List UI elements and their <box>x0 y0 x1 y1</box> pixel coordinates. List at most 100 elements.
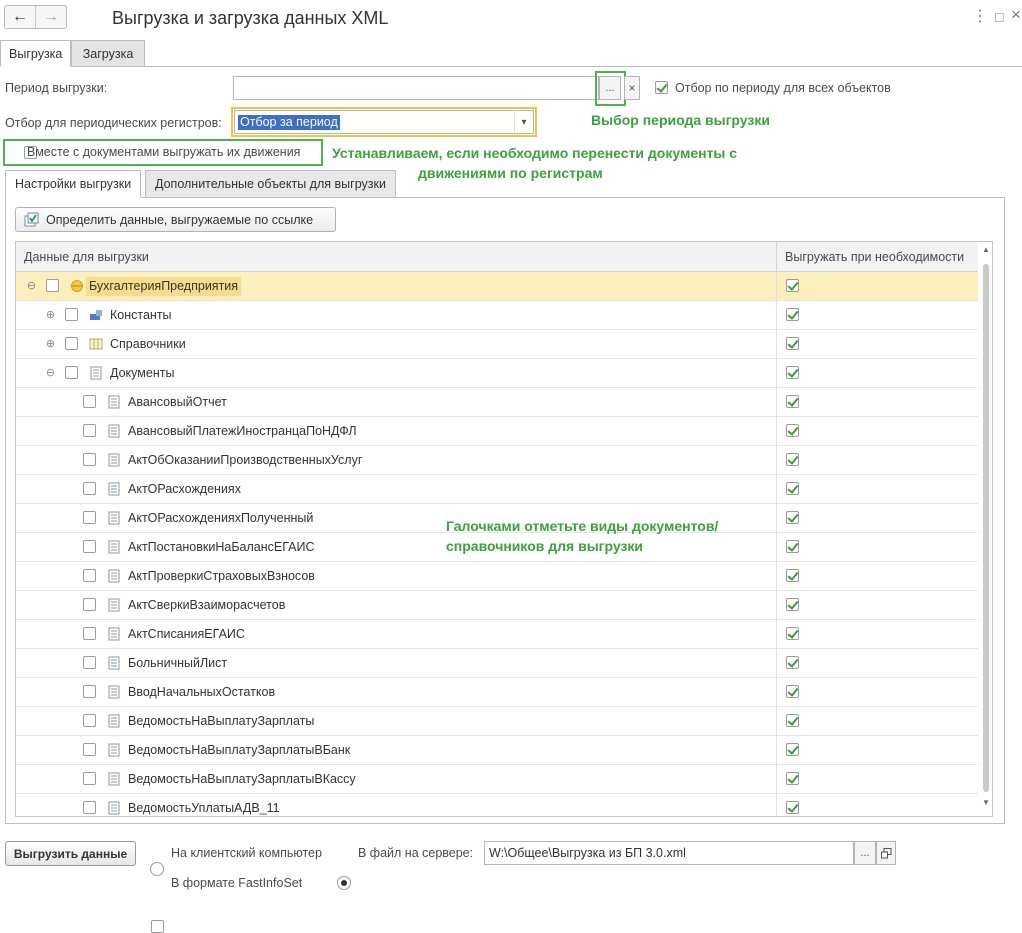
close-icon[interactable]: × <box>1011 6 1021 23</box>
column-header-data[interactable]: Данные для выгрузки <box>16 242 776 272</box>
export-if-needed-cell <box>776 765 978 794</box>
period-input[interactable] <box>233 76 599 100</box>
table-row[interactable]: ⊖ Документы <box>16 359 978 388</box>
row-select-checkbox[interactable] <box>83 569 96 582</box>
client-computer-radio[interactable] <box>150 862 164 876</box>
tab-import[interactable]: Загрузка <box>71 40 145 67</box>
export-if-needed-checkbox[interactable] <box>786 511 799 524</box>
export-if-needed-checkbox[interactable] <box>786 656 799 669</box>
table-row[interactable]: ВедомостьНаВыплатуЗарплатыВБанк <box>16 736 978 765</box>
tab-export-settings[interactable]: Настройки выгрузки <box>5 170 142 198</box>
table-row[interactable]: АктСписанияЕГАИС <box>16 620 978 649</box>
row-select-checkbox[interactable] <box>83 540 96 553</box>
document-icon <box>107 395 121 409</box>
back-arrow-icon: ← <box>12 8 28 25</box>
export-if-needed-checkbox[interactable] <box>786 598 799 611</box>
table-row[interactable]: АктОРасхождениях <box>16 475 978 504</box>
row-select-checkbox[interactable] <box>83 714 96 727</box>
export-if-needed-cell <box>776 591 978 620</box>
table-row[interactable]: АктСверкиВзаиморасчетов <box>16 591 978 620</box>
scrollbar-thumb[interactable] <box>983 264 989 792</box>
server-path-input[interactable]: W:\Общее\Выгрузка из БП 3.0.xml <box>484 841 854 865</box>
row-select-checkbox[interactable] <box>83 598 96 611</box>
collapse-icon[interactable]: ⊖ <box>45 368 56 379</box>
registers-select[interactable]: Отбор за период ▾ <box>234 110 534 134</box>
row-select-checkbox[interactable] <box>83 772 96 785</box>
row-select-checkbox[interactable] <box>83 424 96 437</box>
row-label: ВедомостьНаВыплатуЗарплатыВКассу <box>128 772 356 786</box>
table-row[interactable]: ВедомостьНаВыплатуЗарплатыВКассу <box>16 765 978 794</box>
define-referenced-data-button[interactable]: Определить данные, выгружаемые по ссылке <box>15 207 336 232</box>
table-row[interactable]: БольничныйЛист <box>16 649 978 678</box>
export-if-needed-checkbox[interactable] <box>786 366 799 379</box>
export-if-needed-checkbox[interactable] <box>786 424 799 437</box>
tab-export[interactable]: Выгрузка <box>0 40 72 67</box>
row-select-checkbox[interactable] <box>83 511 96 524</box>
period-label: Период выгрузки: <box>5 81 108 95</box>
row-select-checkbox[interactable] <box>83 482 96 495</box>
dropdown-arrow-icon[interactable]: ▾ <box>514 111 533 133</box>
export-if-needed-checkbox[interactable] <box>786 279 799 292</box>
export-if-needed-checkbox[interactable] <box>786 772 799 785</box>
export-if-needed-checkbox[interactable] <box>786 540 799 553</box>
table-row[interactable]: АвансовыйОтчет <box>16 388 978 417</box>
row-select-checkbox[interactable] <box>83 801 96 814</box>
table-row[interactable]: ⊕ Справочники <box>16 330 978 359</box>
row-select-checkbox[interactable] <box>46 279 59 292</box>
all-objects-label: Отбор по периоду для всех объектов <box>675 81 891 95</box>
column-header-export-if-needed[interactable]: Выгружать при необходимости <box>776 242 978 272</box>
export-data-button[interactable]: Выгрузить данные <box>5 841 136 866</box>
row-select-checkbox[interactable] <box>83 627 96 640</box>
row-select-checkbox[interactable] <box>83 685 96 698</box>
table-row[interactable]: ВедомостьУплатыАДВ_11 <box>16 794 978 816</box>
row-label: ВводНачальныхОстатков <box>128 685 276 699</box>
export-if-needed-checkbox[interactable] <box>786 801 799 814</box>
row-label: ВедомостьНаВыплатуЗарплаты <box>128 714 315 728</box>
row-select-checkbox[interactable] <box>83 453 96 466</box>
row-select-checkbox[interactable] <box>83 656 96 669</box>
table-row[interactable]: АвансовыйПлатежИностранцаПоНДФЛ <box>16 417 978 446</box>
export-if-needed-checkbox[interactable] <box>786 337 799 350</box>
row-select-checkbox[interactable] <box>83 395 96 408</box>
clear-icon: × <box>628 81 636 95</box>
maximize-icon[interactable]: □ <box>995 9 1003 25</box>
forward-button[interactable]: → <box>35 6 66 28</box>
period-clear-button[interactable]: × <box>624 76 640 100</box>
export-if-needed-checkbox[interactable] <box>786 308 799 321</box>
export-if-needed-checkbox[interactable] <box>786 743 799 756</box>
table-scrollbar[interactable]: ▲ ▼ <box>979 242 992 816</box>
document-icon <box>107 772 121 786</box>
tab-export-settings-label: Настройки выгрузки <box>15 177 132 191</box>
table-row[interactable]: ⊖ БухгалтерияПредприятия <box>16 272 978 301</box>
table-row[interactable]: ⊕ Константы <box>16 301 978 330</box>
export-if-needed-checkbox[interactable] <box>786 569 799 582</box>
export-if-needed-cell <box>776 794 978 816</box>
export-if-needed-checkbox[interactable] <box>786 453 799 466</box>
table-row[interactable]: ВводНачальныхОстатков <box>16 678 978 707</box>
tab-additional-objects[interactable]: Дополнительные объекты для выгрузки <box>145 170 396 198</box>
export-if-needed-checkbox[interactable] <box>786 714 799 727</box>
row-select-checkbox[interactable] <box>65 308 78 321</box>
row-select-checkbox[interactable] <box>65 337 78 350</box>
scroll-up-icon[interactable]: ▲ <box>982 245 990 254</box>
expand-icon[interactable]: ⊕ <box>45 339 56 350</box>
path-select-button[interactable]: ... <box>854 841 876 865</box>
row-select-checkbox[interactable] <box>83 743 96 756</box>
fastinfoset-checkbox[interactable] <box>151 920 164 933</box>
back-button[interactable]: ← <box>5 6 35 28</box>
table-row[interactable]: ВедомостьНаВыплатуЗарплаты <box>16 707 978 736</box>
server-file-radio[interactable] <box>337 876 351 890</box>
more-menu-icon[interactable]: ⋮ <box>972 9 988 25</box>
export-if-needed-checkbox[interactable] <box>786 685 799 698</box>
export-if-needed-checkbox[interactable] <box>786 627 799 640</box>
row-select-checkbox[interactable] <box>65 366 78 379</box>
scroll-down-icon[interactable]: ▼ <box>982 798 990 807</box>
open-path-button[interactable] <box>876 841 896 865</box>
table-row[interactable]: АктПроверкиСтраховыхВзносов <box>16 562 978 591</box>
collapse-icon[interactable]: ⊖ <box>26 281 37 292</box>
export-if-needed-checkbox[interactable] <box>786 482 799 495</box>
all-objects-checkbox[interactable] <box>655 81 668 94</box>
export-if-needed-checkbox[interactable] <box>786 395 799 408</box>
table-row[interactable]: АктОбОказанииПроизводственныхУслуг <box>16 446 978 475</box>
expand-icon[interactable]: ⊕ <box>45 310 56 321</box>
